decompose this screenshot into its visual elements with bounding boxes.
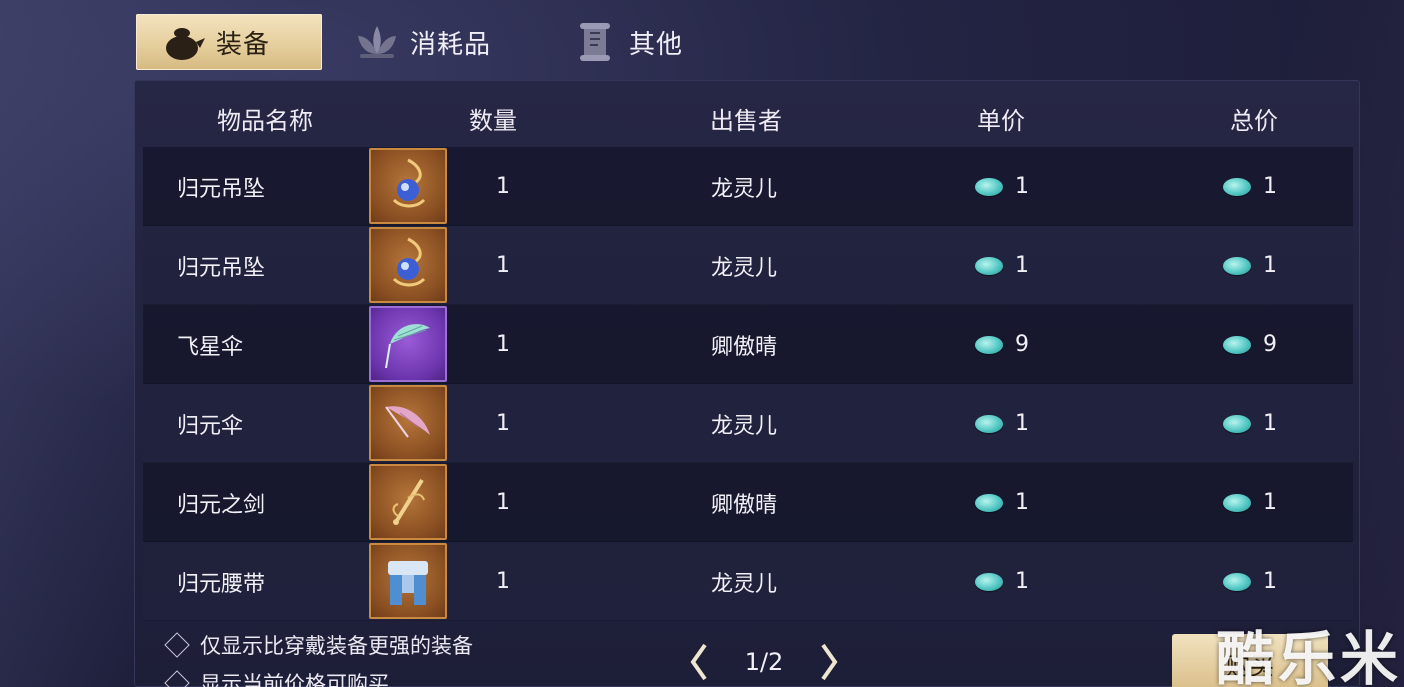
market-panel: 物品名称 数量 出售者 单价 总价 归元吊坠 1 龙灵儿 1 1 归元吊坠 1 … xyxy=(134,80,1360,687)
chevron-right-icon xyxy=(821,643,838,681)
table-header: 物品名称 数量 出售者 单价 总价 xyxy=(135,81,1359,147)
jade-coin-icon xyxy=(975,177,1003,196)
jade-coin-icon xyxy=(975,335,1003,354)
unit-price: 1 xyxy=(975,542,1029,621)
chevron-left-icon xyxy=(690,643,707,681)
filter-label: 仅显示比穿戴装备更强的装备 xyxy=(200,634,473,658)
table-row[interactable]: 归元腰带 1 龙灵儿 1 1 xyxy=(143,542,1353,621)
sword-icon xyxy=(369,464,447,540)
total-price-value: 1 xyxy=(1263,569,1277,594)
total-price-value: 1 xyxy=(1263,174,1277,199)
item-seller: 龙灵儿 xyxy=(711,176,778,202)
checkbox-diamond-icon[interactable] xyxy=(164,632,190,658)
item-qty: 1 xyxy=(496,332,510,357)
header-name: 物品名称 xyxy=(217,107,313,135)
jade-coin-icon xyxy=(975,256,1003,275)
unit-price-value: 9 xyxy=(1015,332,1029,357)
item-seller: 龙灵儿 xyxy=(711,413,778,439)
header-qty: 数量 xyxy=(469,107,517,135)
item-qty: 1 xyxy=(496,253,510,278)
watermark-logo: 酷乐米 xyxy=(1216,625,1403,687)
header-unit-price: 单价 xyxy=(977,107,1025,135)
unit-price: 1 xyxy=(975,147,1029,226)
jade-coin-icon xyxy=(975,572,1003,591)
bag-icon xyxy=(158,20,208,64)
page-indicator: 1/2 xyxy=(744,648,784,676)
total-price-value: 1 xyxy=(1263,411,1277,436)
total-price-value: 1 xyxy=(1263,253,1277,278)
tab-label: 其他 xyxy=(629,29,684,60)
jade-coin-icon xyxy=(1223,177,1251,196)
item-qty: 1 xyxy=(496,569,510,594)
jade-coin-icon xyxy=(975,414,1003,433)
unit-price-value: 1 xyxy=(1015,569,1029,594)
unit-price: 1 xyxy=(975,463,1029,542)
item-qty: 1 xyxy=(496,411,510,436)
jade-coin-icon xyxy=(1223,335,1251,354)
filter-affordable-only[interactable]: 显示当前价格可购买 xyxy=(162,668,389,687)
header-seller: 出售者 xyxy=(710,107,782,135)
jade-coin-icon xyxy=(1223,414,1251,433)
total-price: 1 xyxy=(1223,384,1277,463)
pagination: 1/2 xyxy=(686,640,842,684)
item-name: 归元吊坠 xyxy=(177,176,266,202)
table-row[interactable]: 归元伞 1 龙灵儿 1 1 xyxy=(143,384,1353,463)
tab-other[interactable]: 其他 xyxy=(549,14,701,70)
pendant-icon xyxy=(369,148,447,224)
next-page-button[interactable] xyxy=(818,640,842,684)
item-qty: 1 xyxy=(496,490,510,515)
total-price: 1 xyxy=(1223,226,1277,305)
unit-price: 1 xyxy=(975,226,1029,305)
item-name: 归元之剑 xyxy=(177,492,266,518)
item-seller: 龙灵儿 xyxy=(711,255,778,281)
table-row[interactable]: 归元吊坠 1 龙灵儿 1 1 xyxy=(143,147,1353,226)
jade-coin-icon xyxy=(975,493,1003,512)
total-price: 1 xyxy=(1223,463,1277,542)
tab-consumables[interactable]: 消耗品 xyxy=(330,14,509,70)
table-row[interactable]: 飞星伞 1 卿傲晴 9 9 xyxy=(143,305,1353,384)
jade-coin-icon xyxy=(1223,493,1251,512)
total-price-value: 9 xyxy=(1263,332,1277,357)
filter-label: 显示当前价格可购买 xyxy=(200,672,389,687)
unit-price: 1 xyxy=(975,384,1029,463)
total-price: 9 xyxy=(1223,305,1277,384)
item-qty: 1 xyxy=(496,174,510,199)
belt-icon xyxy=(369,543,447,619)
pendant-icon xyxy=(369,227,447,303)
unit-price: 9 xyxy=(975,305,1029,384)
total-price: 1 xyxy=(1223,542,1277,621)
tab-equipment[interactable]: 装备 xyxy=(136,14,322,70)
item-name: 归元伞 xyxy=(177,413,244,439)
scroll-icon xyxy=(571,20,621,64)
lotus-icon xyxy=(352,20,402,64)
tab-label: 消耗品 xyxy=(410,29,492,60)
category-tabs: 装备 消耗品 其他 xyxy=(136,14,701,70)
umbrella-icon xyxy=(369,306,447,382)
tab-label: 装备 xyxy=(216,29,271,60)
jade-coin-icon xyxy=(1223,256,1251,275)
item-seller: 龙灵儿 xyxy=(711,571,778,597)
unit-price-value: 1 xyxy=(1015,174,1029,199)
unit-price-value: 1 xyxy=(1015,253,1029,278)
item-name: 归元腰带 xyxy=(177,571,266,597)
total-price: 1 xyxy=(1223,147,1277,226)
item-list: 归元吊坠 1 龙灵儿 1 1 归元吊坠 1 龙灵儿 1 1 飞星伞 1 卿傲晴 … xyxy=(143,147,1353,621)
prev-page-button[interactable] xyxy=(686,640,710,684)
item-name: 飞星伞 xyxy=(177,334,244,360)
unit-price-value: 1 xyxy=(1015,490,1029,515)
table-row[interactable]: 归元之剑 1 卿傲晴 1 1 xyxy=(143,463,1353,542)
jade-coin-icon xyxy=(1223,572,1251,591)
item-seller: 卿傲晴 xyxy=(711,492,778,518)
checkbox-diamond-icon[interactable] xyxy=(164,670,190,687)
item-name: 归元吊坠 xyxy=(177,255,266,281)
header-total-price: 总价 xyxy=(1230,107,1278,135)
umbrella-icon xyxy=(369,385,447,461)
unit-price-value: 1 xyxy=(1015,411,1029,436)
total-price-value: 1 xyxy=(1263,490,1277,515)
filter-stronger-only[interactable]: 仅显示比穿戴装备更强的装备 xyxy=(162,630,473,660)
item-seller: 卿傲晴 xyxy=(711,334,778,360)
table-row[interactable]: 归元吊坠 1 龙灵儿 1 1 xyxy=(143,226,1353,305)
